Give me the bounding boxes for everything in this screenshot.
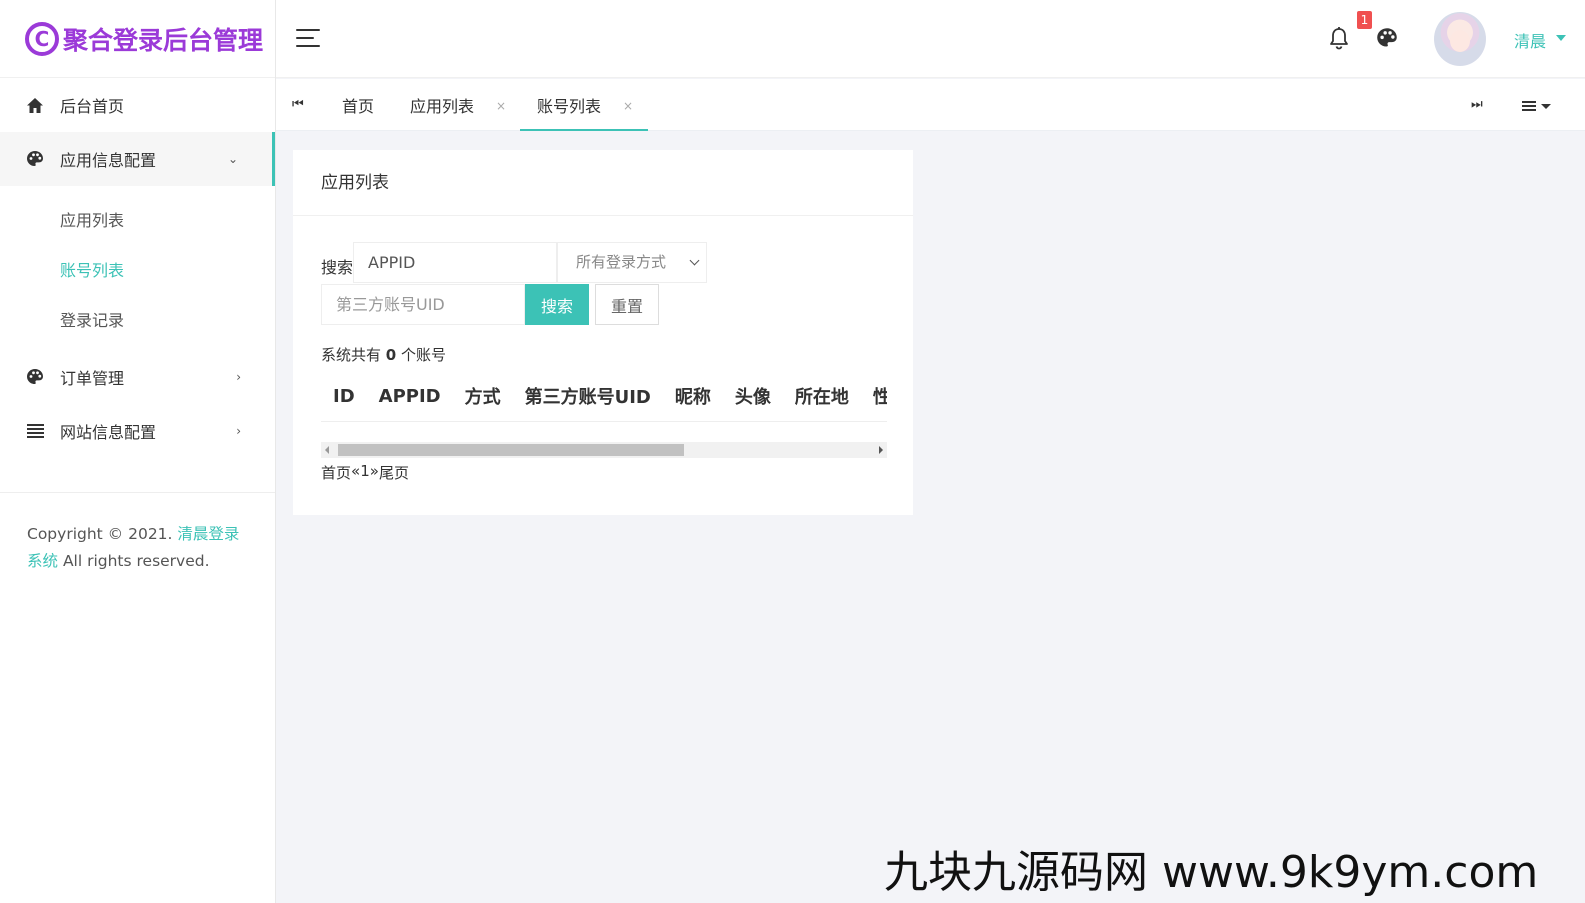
user-name[interactable]: 清晨	[1514, 28, 1546, 52]
pagination: 首页 « 1 » 尾页	[321, 462, 409, 483]
sidebar-nav-lower: 订单管理 › 网站信息配置 ›	[0, 350, 275, 458]
summary-suffix: 个账号	[396, 346, 446, 364]
account-summary: 系统共有 0 个账号	[321, 344, 446, 365]
palette-icon	[26, 150, 44, 168]
sidebar-subitem-account-list[interactable]: 账号列表	[0, 244, 275, 294]
menu-toggle-icon[interactable]	[296, 29, 320, 47]
pager-last[interactable]: 尾页	[379, 462, 409, 483]
search-button[interactable]: 搜索	[525, 284, 589, 325]
scroll-right-arrow-icon[interactable]	[879, 446, 883, 454]
column-header-method: 方式	[464, 387, 501, 408]
third-party-uid-input[interactable]	[321, 284, 525, 325]
sidebar-item-label: 订单管理	[60, 369, 125, 388]
caret-down-icon[interactable]	[1556, 35, 1566, 41]
column-header-gender: 性别	[861, 383, 887, 409]
watermark-text: 九块九源码网 www.9k9ym.com	[884, 847, 1539, 898]
palette-icon	[26, 368, 44, 386]
page-tabs: ⏮ 首页 应用列表 × 账号列表 × ⏭	[276, 79, 1585, 131]
sidebar-subitem-login-log[interactable]: 登录记录	[0, 294, 275, 344]
sidebar-nav: 后台首页 应用信息配置 ⌄	[0, 78, 275, 186]
sidebar-item-label: 网站信息配置	[60, 423, 157, 442]
chevron-right-icon: ›	[236, 370, 241, 384]
copyright-suffix: All rights reserved.	[58, 552, 210, 570]
close-icon[interactable]: ×	[623, 79, 633, 134]
copyright-text: Copyright © 2021.	[27, 525, 178, 543]
column-header-appid: APPID	[378, 385, 441, 407]
accounts-table: ID APPID 方式 第三方账号UID 昵称 头像 所在地 性别	[321, 372, 887, 422]
search-label: 搜索	[321, 258, 354, 277]
card-title: 应用列表	[293, 150, 913, 216]
caret-down-icon[interactable]	[1541, 104, 1551, 109]
tab-label: 应用列表	[410, 97, 475, 116]
tab-app-list[interactable]: 应用列表 ×	[410, 79, 520, 131]
sidebar: C 聚合登录后台管理 后台首页 应用信息配置 ⌄ 应用列表 账号列表 登录记录 …	[0, 0, 276, 903]
sidebar-subitem-app-list[interactable]: 应用列表	[0, 194, 275, 244]
scroll-left-arrow-icon[interactable]	[325, 446, 329, 454]
sidebar-item-dashboard[interactable]: 后台首页	[0, 78, 275, 132]
scrollbar-thumb[interactable]	[338, 444, 684, 456]
tabs-scroll-left-icon[interactable]: ⏮	[292, 97, 304, 112]
tab-account-list[interactable]: 账号列表 ×	[520, 79, 648, 131]
column-header-uid: 第三方账号UID	[524, 387, 651, 408]
account-list-card: 应用列表 搜索 所有登录方式 搜索 重置 系统共有 0 个账号 ID APPID…	[293, 150, 913, 515]
home-icon	[26, 96, 44, 114]
user-avatar[interactable]	[1434, 12, 1486, 66]
account-count: 0	[385, 346, 397, 364]
chevron-down-icon: ⌄	[227, 152, 238, 166]
close-icon[interactable]: ×	[496, 79, 506, 134]
notification-badge: 1	[1357, 11, 1372, 29]
table-horizontal-scrollbar[interactable]	[321, 442, 887, 458]
tab-label: 首页	[342, 97, 375, 116]
top-header: 1 清晨	[276, 0, 1585, 78]
chevron-down-icon	[689, 255, 700, 266]
appid-input[interactable]	[353, 242, 557, 283]
column-header-avatar: 头像	[734, 387, 771, 408]
login-method-select[interactable]: 所有登录方式	[557, 242, 707, 283]
reset-button[interactable]: 重置	[595, 284, 659, 325]
pager-page-1[interactable]: 1	[360, 462, 370, 483]
tabs-scroll-right-icon[interactable]: ⏭	[1471, 97, 1483, 112]
sidebar-item-orders[interactable]: 订单管理 ›	[0, 350, 275, 404]
table-header-row: ID APPID 方式 第三方账号UID 昵称 头像 所在地 性别	[321, 372, 887, 420]
sidebar-item-label: 应用信息配置	[60, 151, 157, 170]
theme-palette-icon[interactable]	[1376, 27, 1398, 49]
login-method-value: 所有登录方式	[576, 253, 667, 271]
sidebar-footer: Copyright © 2021. 清晨登录系统 All rights rese…	[0, 492, 275, 575]
app-title: 聚合登录后台管理	[63, 25, 264, 55]
bell-icon[interactable]	[1328, 26, 1350, 52]
column-header-nickname: 昵称	[674, 387, 711, 408]
column-header-location: 所在地	[794, 387, 849, 408]
sidebar-item-app-config[interactable]: 应用信息配置 ⌄	[0, 132, 275, 186]
sidebar-item-site-config[interactable]: 网站信息配置 ›	[0, 404, 275, 458]
app-logo[interactable]: C 聚合登录后台管理	[0, 0, 275, 78]
tabs-menu-icon[interactable]	[1522, 101, 1536, 111]
logo-icon: C	[25, 21, 59, 56]
column-header-id: ID	[333, 385, 355, 407]
tab-label: 账号列表	[537, 97, 602, 116]
tab-home[interactable]: 首页	[342, 79, 374, 131]
sidebar-item-label: 后台首页	[60, 97, 125, 116]
pager-next[interactable]: »	[370, 462, 379, 483]
chevron-right-icon: ›	[236, 424, 241, 438]
pager-first[interactable]: 首页	[321, 462, 351, 483]
summary-prefix: 系统共有	[321, 346, 386, 364]
pager-prev[interactable]: «	[351, 462, 360, 483]
list-icon	[26, 422, 44, 440]
sidebar-submenu: 应用列表 账号列表 登录记录	[0, 186, 275, 350]
